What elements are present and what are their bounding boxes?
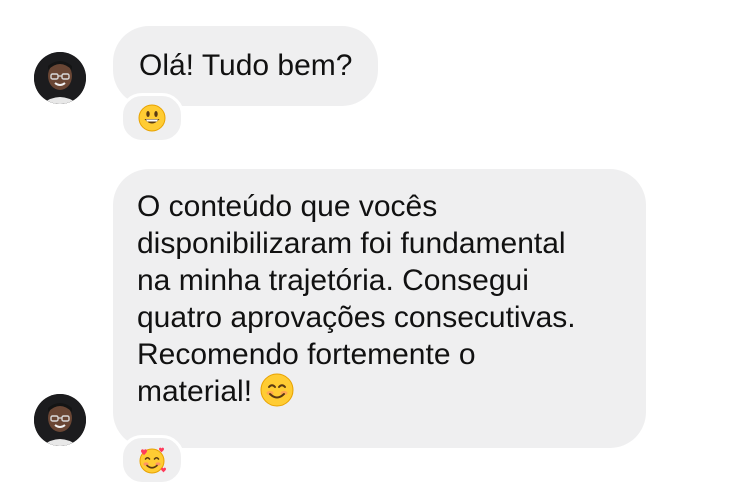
grinning-face-emoji-icon [138,104,166,132]
message-text-line: disponibilizaram foi fundamental [137,227,566,260]
message-text-line: quatro aprovações consecutivas. [137,301,576,334]
message-reaction[interactable] [120,435,184,485]
message-bubble[interactable]: O conteúdo que vocês disponibilizaram fo… [113,169,646,448]
message-text-line: material! [137,375,253,408]
message-text-line: na minha trajetória. Consegui [137,264,529,297]
message-text-line: Olá! Tudo bem? [139,49,353,82]
sender-avatar[interactable] [34,52,86,104]
person-avatar-icon [34,394,86,446]
message-reaction[interactable] [120,93,184,143]
message-text-last-line: material! [137,373,626,416]
smiling-face-with-hearts-emoji-icon [139,447,166,474]
message-text-line: Recomendo fortemente o [137,338,476,371]
person-avatar-icon [34,52,86,104]
smiling-face-emoji-icon [260,373,294,416]
message-text-line: O conteúdo que vocês [137,190,438,223]
sender-avatar[interactable] [34,394,86,446]
